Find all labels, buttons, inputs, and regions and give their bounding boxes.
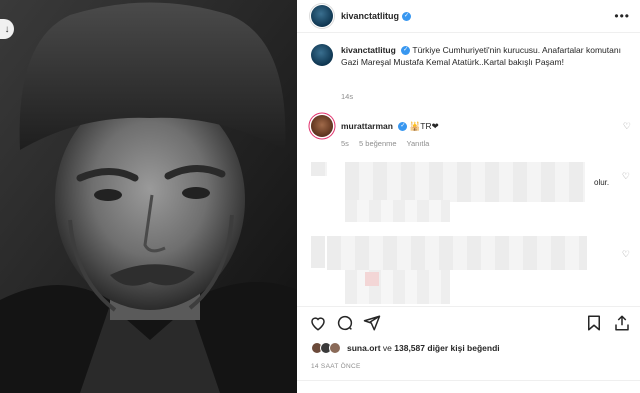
likes-text: suna.ort ve 138,587 diğer kişi beğendi bbox=[347, 343, 500, 353]
likes-connector: ve bbox=[382, 343, 392, 353]
blurred-comment-fragment: olur. bbox=[594, 178, 610, 187]
comment-likes[interactable]: 5 beğenme bbox=[359, 139, 397, 148]
post-timestamp: 14 SAAT ÖNCE bbox=[311, 363, 361, 370]
blurred-avatar bbox=[311, 162, 327, 176]
save-icon[interactable] bbox=[585, 314, 603, 332]
author-avatar[interactable] bbox=[311, 5, 333, 27]
caption-time: 14s bbox=[341, 92, 354, 101]
caption-author-avatar[interactable] bbox=[311, 44, 333, 66]
divider bbox=[297, 380, 640, 381]
portrait-image bbox=[0, 0, 297, 393]
upload-icon[interactable] bbox=[613, 314, 631, 332]
comment-emoji: 🕌TR❤ bbox=[409, 121, 439, 131]
first-liker[interactable]: suna.ort bbox=[347, 343, 381, 353]
comment-time: 5s bbox=[341, 139, 349, 148]
comment-reply[interactable]: Yanıtla bbox=[407, 139, 430, 148]
post-header: kivanctatlitug ✓ ••• bbox=[297, 0, 640, 33]
commenter-avatar[interactable] bbox=[311, 115, 333, 137]
verified-icon: ✓ bbox=[402, 11, 412, 21]
blurred-comment bbox=[345, 162, 585, 202]
author-username[interactable]: kivanctatlitug bbox=[341, 11, 399, 21]
comment-heart-icon[interactable]: ♡ bbox=[623, 121, 631, 132]
verified-icon: ✓ bbox=[398, 122, 408, 132]
blurred-avatar bbox=[311, 236, 325, 268]
blurred-meta bbox=[345, 270, 450, 304]
post-caption: kivanctatlitug ✓ Türkiye Cumhuriyeti'nin… bbox=[311, 44, 631, 101]
likes-count[interactable]: 138,587 bbox=[394, 343, 425, 353]
comment-meta: 5s 5 beğenme Yanıtla bbox=[341, 139, 437, 148]
likes-rest[interactable]: diğer kişi beğendi bbox=[427, 343, 499, 353]
more-icon[interactable]: ••• bbox=[614, 9, 630, 23]
commenter-username[interactable]: murattarman bbox=[341, 121, 393, 131]
caption-text: kivanctatlitug ✓ Türkiye Cumhuriyeti'nin… bbox=[341, 44, 631, 68]
verified-icon: ✓ bbox=[401, 46, 411, 56]
blurred-comment bbox=[327, 236, 587, 270]
comment-item: murattarman ✓ 🕌TR❤ 5s 5 beğenme Yanıtla … bbox=[311, 115, 631, 148]
heart-icon[interactable] bbox=[309, 314, 327, 332]
comment-heart-icon[interactable]: ♡ bbox=[622, 171, 630, 182]
likes-summary: suna.ort ve 138,587 diğer kişi beğendi bbox=[311, 342, 500, 354]
liker-avatar bbox=[329, 342, 341, 354]
comment-text: murattarman ✓ 🕌TR❤ bbox=[341, 121, 439, 137]
blurred-patch bbox=[365, 272, 379, 286]
comment-icon[interactable] bbox=[336, 314, 354, 332]
caption-author[interactable]: kivanctatlitug bbox=[341, 45, 396, 55]
post-photo[interactable]: ↓ bbox=[0, 0, 297, 393]
post-side-panel: kivanctatlitug ✓ ••• kivanctatlitug ✓ Tü… bbox=[297, 0, 640, 393]
post-actions bbox=[297, 306, 640, 336]
comment-heart-icon[interactable]: ♡ bbox=[622, 249, 630, 260]
blurred-meta bbox=[345, 200, 450, 222]
share-icon[interactable] bbox=[363, 314, 381, 332]
